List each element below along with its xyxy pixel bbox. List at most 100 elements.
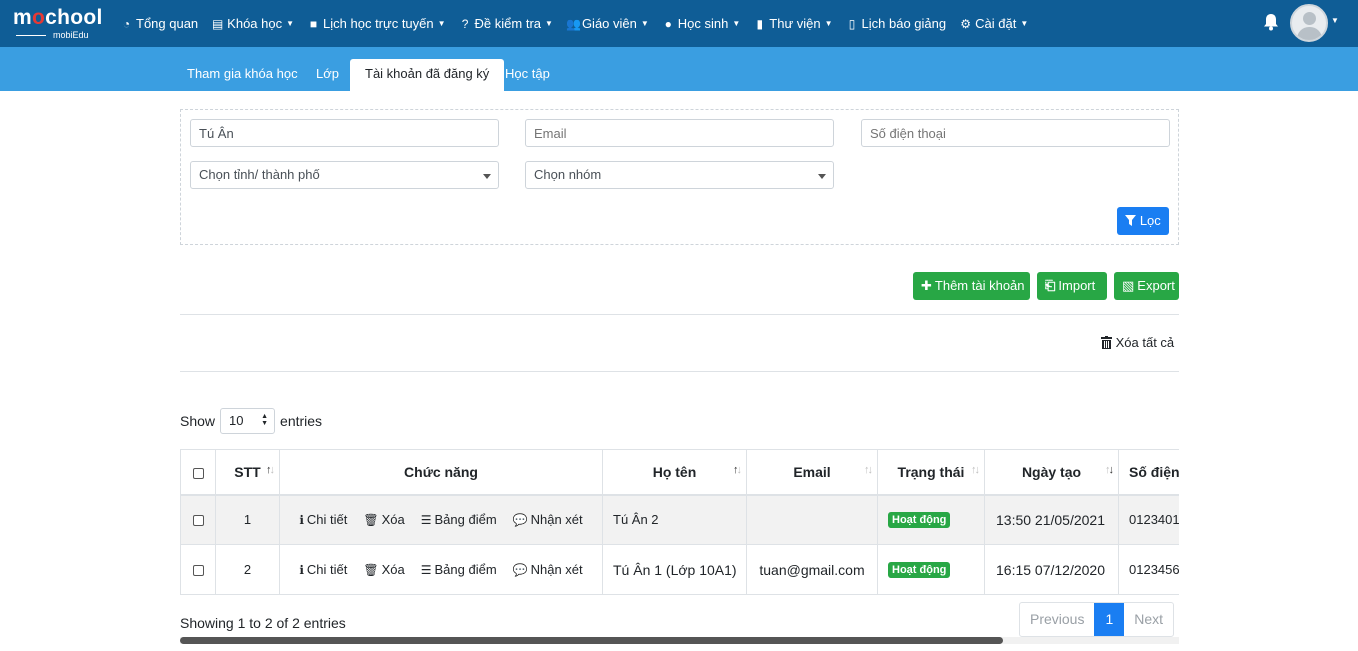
status-badge: Hoạt động (888, 512, 951, 529)
brand-sub: mobiEdu (53, 30, 89, 40)
updown-icon: ▲ ▼ (261, 413, 269, 427)
cell-email (746, 494, 878, 545)
col-created[interactable]: Ngày tạo ↑↓ (984, 449, 1119, 496)
trash-icon (1101, 335, 1112, 350)
comments-icon: 💬 (512, 562, 528, 577)
detail-button[interactable]: ℹ Chi tiết (299, 562, 347, 577)
comment-button[interactable]: 💬 Nhận xét (513, 512, 583, 527)
caret-down-icon: ▼ (286, 19, 295, 28)
row-checkbox[interactable] (192, 565, 204, 577)
select-all-checkbox[interactable] (192, 467, 204, 479)
divider (180, 371, 1179, 372)
user-avatar[interactable] (1290, 4, 1328, 42)
sort-icon: ↑↓ (864, 464, 873, 476)
sort-icon: ↑↓ (1105, 464, 1114, 476)
cell-actions: ℹ Chi tiết 🗑 Xóa ☰ Bảng điểm 💬 Nhận xét (279, 494, 603, 545)
status-badge: Hoạt động (888, 562, 951, 578)
top-navbar: mochool mobiEdu ◔ Tổng quan ▤ Khóa học ▼ ■ L… (0, 0, 1358, 47)
nav-students[interactable]: ● Học sinh ▼ (662, 16, 741, 31)
tab-registered-accounts[interactable]: Tài khoản đã đăng ký (350, 59, 505, 91)
list-icon: ☰ (420, 562, 432, 577)
delete-button[interactable]: 🗑 Xóa (363, 562, 404, 577)
province-select[interactable]: Chọn tỉnh/ thành phố (190, 161, 499, 189)
nav-online-schedule[interactable]: ■ Lịch học trực tuyến ▼ (307, 16, 446, 31)
nav-lesson-schedule[interactable]: ▯ Lịch báo giảng (846, 16, 946, 31)
trash-icon: 🗑 (363, 512, 379, 527)
filter-button[interactable]: Lọc (1117, 207, 1169, 235)
detail-button[interactable]: ℹ Chi tiết (299, 512, 347, 527)
name-input[interactable] (190, 119, 499, 147)
tab-class[interactable]: Lớp (301, 59, 354, 91)
accounts-table-container: STT ↑↓ Chức năng Họ tên ↑↓ Email ↑↓ Trạng t… (180, 449, 1179, 595)
book-icon: ▮ (756, 16, 764, 31)
import-button[interactable]: ⎗ Import (1037, 272, 1107, 300)
row-checkbox[interactable] (192, 515, 204, 527)
funnel-icon (1125, 213, 1137, 228)
question-icon: ? (461, 16, 469, 31)
brand-logo[interactable]: mochool mobiEdu (13, 7, 105, 41)
main-nav: ◔ Tổng quan ▤ Khóa học ▼ ■ Lịch học trực tuy… (120, 0, 1041, 47)
caret-down-icon: ▼ (640, 19, 649, 28)
info-icon: ℹ (299, 562, 304, 577)
delete-button[interactable]: 🗑 Xóa (363, 512, 404, 527)
cell-actions: ℹ Chi tiết 🗑 Xóa ☰ Bảng điểm 💬 Nhận xét (279, 544, 603, 595)
nav-library[interactable]: ▮ Thư viện ▼ (753, 16, 832, 31)
trash-icon: 🗑 (363, 562, 379, 577)
group-select[interactable]: Chọn nhóm (525, 161, 834, 189)
table-header-row: STT ↑↓ Chức năng Họ tên ↑↓ Email ↑↓ Trạng t… (180, 449, 1179, 496)
phone-input[interactable] (861, 119, 1170, 147)
caret-down-icon: ▼ (824, 19, 833, 28)
table-row: 2 ℹ Chi tiết 🗑 Xóa ☰ Bảng điểm 💬 Nhận xét Tú… (180, 544, 1179, 595)
col-email[interactable]: Email ↑↓ (746, 449, 878, 496)
caret-down-icon: ▼ (732, 19, 741, 28)
nav-courses[interactable]: ▤ Khóa học ▼ (211, 16, 294, 31)
previous-button[interactable]: Previous (1020, 603, 1094, 636)
plus-icon: ✚ (921, 278, 932, 293)
accounts-table: STT ↑↓ Chức năng Họ tên ↑↓ Email ↑↓ Trạng t… (180, 449, 1179, 595)
tab-join-course[interactable]: Tham gia khóa học (172, 59, 313, 91)
divider (180, 314, 1179, 315)
sort-icon: ↑↓ (266, 464, 275, 476)
cell-created: 16:15 07/12/2020 (984, 544, 1119, 595)
cell-stt: 2 (215, 544, 280, 595)
video-icon: ■ (309, 16, 318, 31)
gears-icon: ⚙ (960, 16, 971, 31)
export-button[interactable]: ▧ Export (1114, 272, 1179, 300)
table-row: 1 ℹ Chi tiết 🗑 Xóa ☰ Bảng điểm 💬 Nhận xét Tú… (180, 494, 1179, 545)
add-account-button[interactable]: ✚ Thêm tài khoản (913, 272, 1030, 300)
col-status[interactable]: Trạng thái ↑↓ (877, 449, 985, 496)
scores-button[interactable]: ☰ Bảng điểm (421, 562, 497, 577)
tab-study[interactable]: Học tập (490, 59, 565, 91)
cell-stt: 1 (215, 494, 280, 545)
cell-created: 13:50 21/05/2021 (984, 494, 1119, 545)
col-name[interactable]: Họ tên ↑↓ (602, 449, 747, 496)
sort-icon: ↑↓ (971, 464, 980, 476)
delete-all-button[interactable]: Xóa tất cả (1101, 335, 1174, 350)
col-phone[interactable]: Số điện (1118, 449, 1179, 496)
scrollbar-thumb[interactable] (180, 637, 1003, 644)
col-functions: Chức năng (279, 449, 603, 496)
cell-phone: 0123456 (1118, 544, 1179, 595)
caret-down-icon[interactable]: ▼ (1331, 16, 1339, 25)
table-info: Showing 1 to 2 of 2 entries (180, 615, 346, 631)
scores-button[interactable]: ☰ Bảng điểm (421, 512, 497, 527)
page-length-select[interactable]: 10 ▲ ▼ (220, 408, 276, 434)
sort-icon: ↑↓ (733, 464, 742, 476)
page-1-button[interactable]: 1 (1094, 603, 1125, 636)
next-button[interactable]: Next (1124, 603, 1173, 636)
chevron-down-icon (818, 174, 826, 179)
bell-icon[interactable] (1263, 13, 1279, 31)
col-stt[interactable]: STT ↑↓ (215, 449, 280, 496)
users-icon: 👥 (565, 16, 581, 31)
nav-overview[interactable]: ◔ Tổng quan (120, 16, 198, 31)
nav-settings[interactable]: ⚙ Cài đặt ▼ (959, 16, 1028, 31)
email-input[interactable] (525, 119, 834, 147)
nav-teachers[interactable]: 👥 Giáo viên ▼ (566, 16, 649, 31)
cell-email: tuan@gmail.com (746, 544, 878, 595)
cell-name: Tú Ân 1 (Lớp 10A1) (602, 544, 747, 595)
caret-down-icon: ▼ (1020, 19, 1029, 28)
chevron-down-icon (483, 174, 491, 179)
nav-tests[interactable]: ? Đề kiểm tra ▼ (459, 16, 553, 31)
caret-down-icon: ▼ (545, 19, 553, 28)
comment-button[interactable]: 💬 Nhận xét (513, 562, 583, 577)
